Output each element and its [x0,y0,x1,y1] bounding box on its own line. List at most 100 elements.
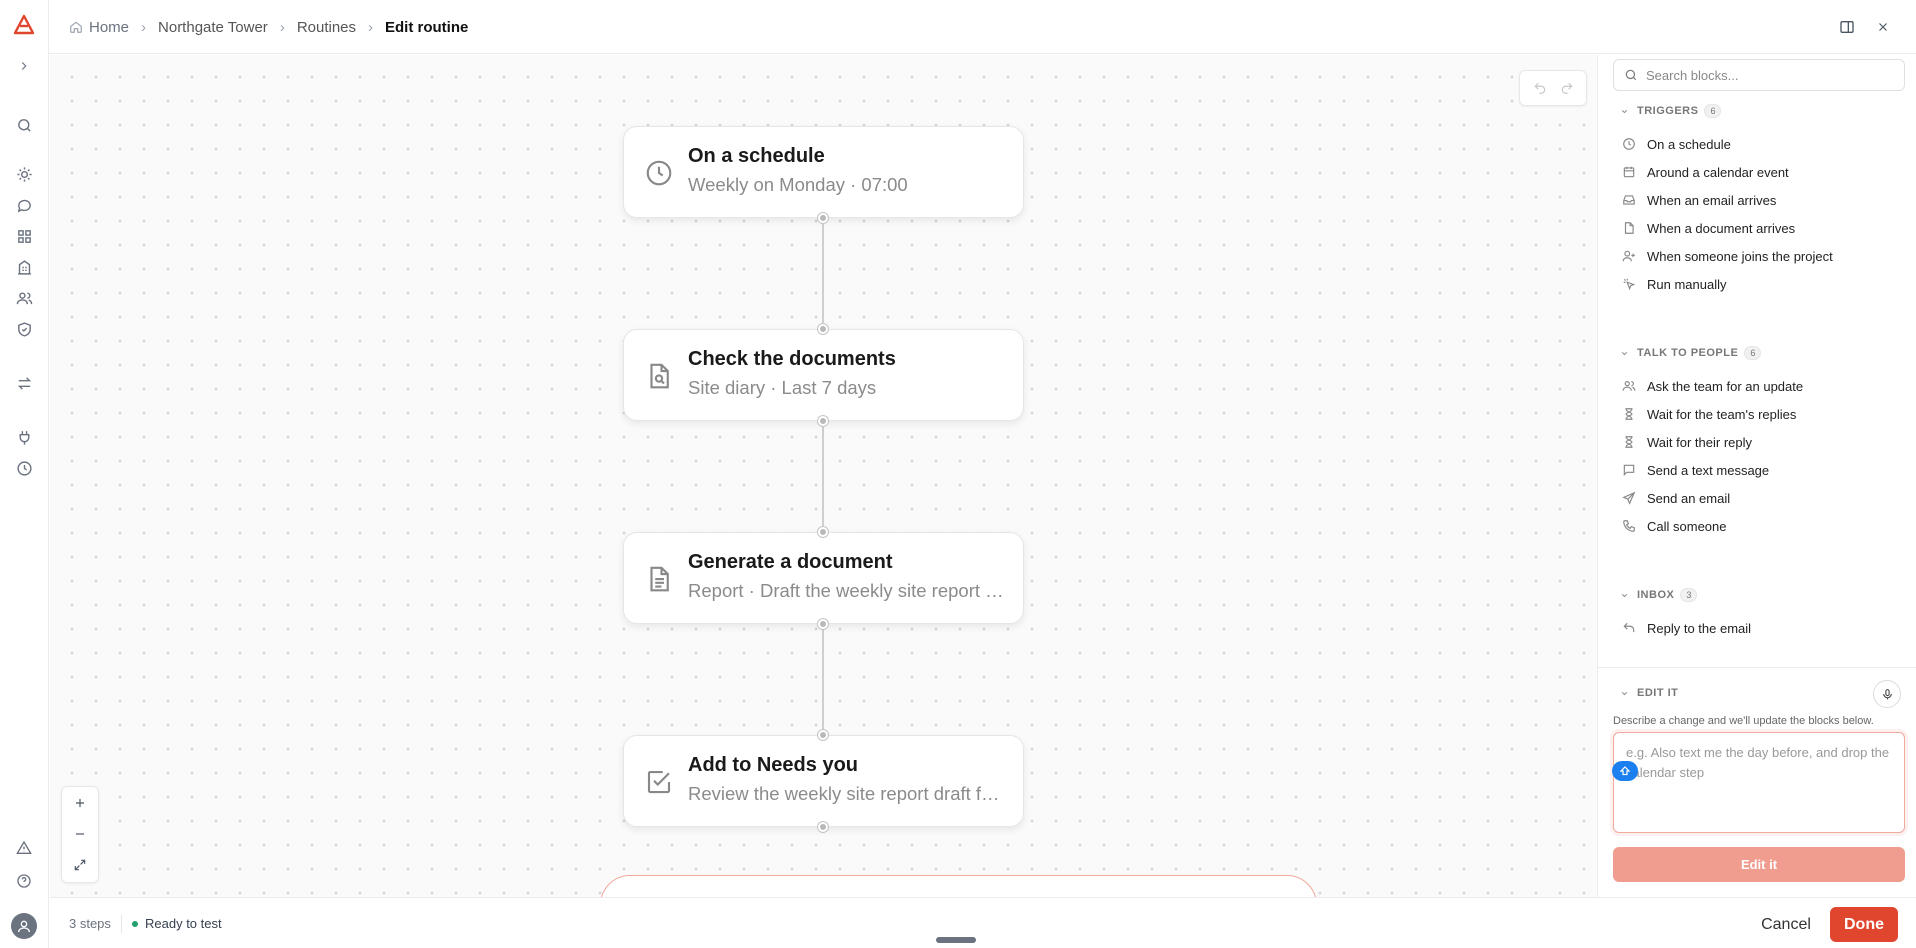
user-avatar-icon[interactable] [11,913,37,939]
clock-icon[interactable] [12,456,36,480]
building-icon[interactable] [12,255,36,279]
block-email-arrives[interactable]: When an email arrives [1621,189,1776,211]
blocks-panel: TRIGGERS 6 On a schedule Around a calend… [1597,55,1916,897]
resize-handle[interactable] [936,937,976,943]
swap-icon[interactable] [12,371,36,395]
chevron-down-icon [1620,349,1629,358]
undo-redo-group [1519,70,1587,106]
output-port[interactable] [818,213,828,223]
block-label: Call someone [1647,518,1727,534]
block-wait-team-replies[interactable]: Wait for the team's replies [1621,403,1796,425]
document-icon [644,564,674,594]
expand-sidebar-icon[interactable] [12,54,36,78]
block-wait-their-reply[interactable]: Wait for their reply [1621,431,1752,453]
section-label: INBOX [1637,589,1675,601]
status-text: Ready to test [145,916,222,931]
routine-step-trigger[interactable]: On a schedule Weekly on Monday · 07:00 [623,126,1024,218]
output-port[interactable] [818,822,828,832]
routine-step-check-documents[interactable]: Check the documents Site diary · Last 7 … [623,329,1024,421]
routine-step-needs-you[interactable]: Add to Needs you Review the weekly site … [623,735,1024,827]
block-label: Send a text message [1647,462,1770,478]
block-reply-email[interactable]: Reply to the email [1621,617,1751,639]
send-icon [1621,490,1637,506]
calendar-icon [1621,164,1637,180]
logo-icon[interactable] [10,11,38,39]
zoom-in-icon[interactable] [62,787,98,818]
chevron-down-icon [1620,591,1629,600]
step-subtitle: Review the weekly site report draft for … [688,783,1008,804]
phone-icon [1621,518,1637,534]
input-port[interactable] [818,324,828,334]
status-indicator: Ready to test [132,898,222,948]
block-run-manually[interactable]: Run manually [1621,273,1727,295]
edit-it-button[interactable]: Edit it [1613,847,1905,882]
input-port[interactable] [818,527,828,537]
redo-icon[interactable] [1560,81,1574,95]
toggle-panel-icon[interactable] [1835,15,1859,39]
edit-description: Describe a change and we'll update the b… [1613,715,1874,727]
fit-view-icon[interactable] [62,849,98,880]
help-icon[interactable] [12,869,36,893]
block-label: Run manually [1647,276,1727,292]
connector-line [822,218,824,329]
chat-icon[interactable] [12,193,36,217]
done-button[interactable]: Done [1830,907,1898,942]
add-step-placeholder[interactable] [600,875,1317,897]
left-rail [0,0,49,948]
alert-icon[interactable] [12,836,36,860]
block-label: Reply to the email [1647,620,1752,636]
users-icon[interactable] [12,286,36,310]
pointer-click-icon [1621,276,1637,292]
status-dot-icon [132,920,138,927]
breadcrumb-current: Edit routine [385,18,469,36]
step-title: Check the documents [688,348,896,370]
search-icon[interactable] [12,113,36,137]
step-title: Generate a document [688,551,893,573]
count-badge: 6 [1744,346,1762,360]
zoom-out-icon[interactable] [62,818,98,849]
cancel-button[interactable]: Cancel [1747,910,1825,940]
block-someone-joins[interactable]: When someone joins the project [1621,245,1833,267]
step-title: Add to Needs you [688,754,859,776]
clock-icon [1621,136,1637,152]
output-port[interactable] [818,416,828,426]
block-calendar-event[interactable]: Around a calendar event [1621,161,1789,183]
sun-icon[interactable] [12,162,36,186]
document-search-icon [644,361,674,391]
edit-instruction-input[interactable] [1613,732,1905,833]
breadcrumb-home[interactable]: Home [89,19,129,36]
breadcrumb-routines[interactable]: Routines [297,19,356,36]
step-count: 3 steps [69,916,111,931]
block-document-arrives[interactable]: When a document arrives [1621,217,1795,239]
message-icon [1621,462,1637,478]
assistant-icon[interactable] [1612,761,1638,781]
block-ask-team[interactable]: Ask the team for an update [1621,375,1803,397]
section-header-talk-to-people[interactable]: TALK TO PEOPLE 6 [1620,346,1762,360]
grid-icon[interactable] [12,224,36,248]
step-subtitle: Weekly on Monday · 07:00 [688,174,908,195]
count-badge: 3 [1680,588,1698,602]
block-on-schedule[interactable]: On a schedule [1621,133,1731,155]
output-port[interactable] [818,619,828,629]
section-header-triggers[interactable]: TRIGGERS 6 [1620,104,1722,118]
close-icon[interactable] [1871,15,1895,39]
chevron-right-icon: › [279,18,285,36]
routine-step-generate-document[interactable]: Generate a document Report · Draft the w… [623,532,1024,624]
microphone-icon[interactable] [1873,680,1901,708]
user-plus-icon [1621,248,1637,264]
undo-icon[interactable] [1533,81,1547,95]
block-send-email[interactable]: Send an email [1621,487,1730,509]
shield-icon[interactable] [12,317,36,341]
routine-canvas[interactable]: On a schedule Weekly on Monday · 07:00 C… [50,55,1597,897]
input-port[interactable] [818,730,828,740]
search-blocks-input[interactable] [1646,67,1896,83]
section-label: EDIT IT [1637,687,1679,699]
section-header-edit-it[interactable]: EDIT IT [1620,687,1678,699]
block-send-text[interactable]: Send a text message [1621,459,1769,481]
chevron-right-icon: › [368,18,374,36]
footer-bar: 3 steps Ready to test Cancel Done [50,897,1916,948]
breadcrumb-project[interactable]: Northgate Tower [158,19,268,36]
block-call-someone[interactable]: Call someone [1621,515,1727,537]
plug-icon[interactable] [12,425,36,449]
section-header-inbox[interactable]: INBOX 3 [1620,588,1698,602]
